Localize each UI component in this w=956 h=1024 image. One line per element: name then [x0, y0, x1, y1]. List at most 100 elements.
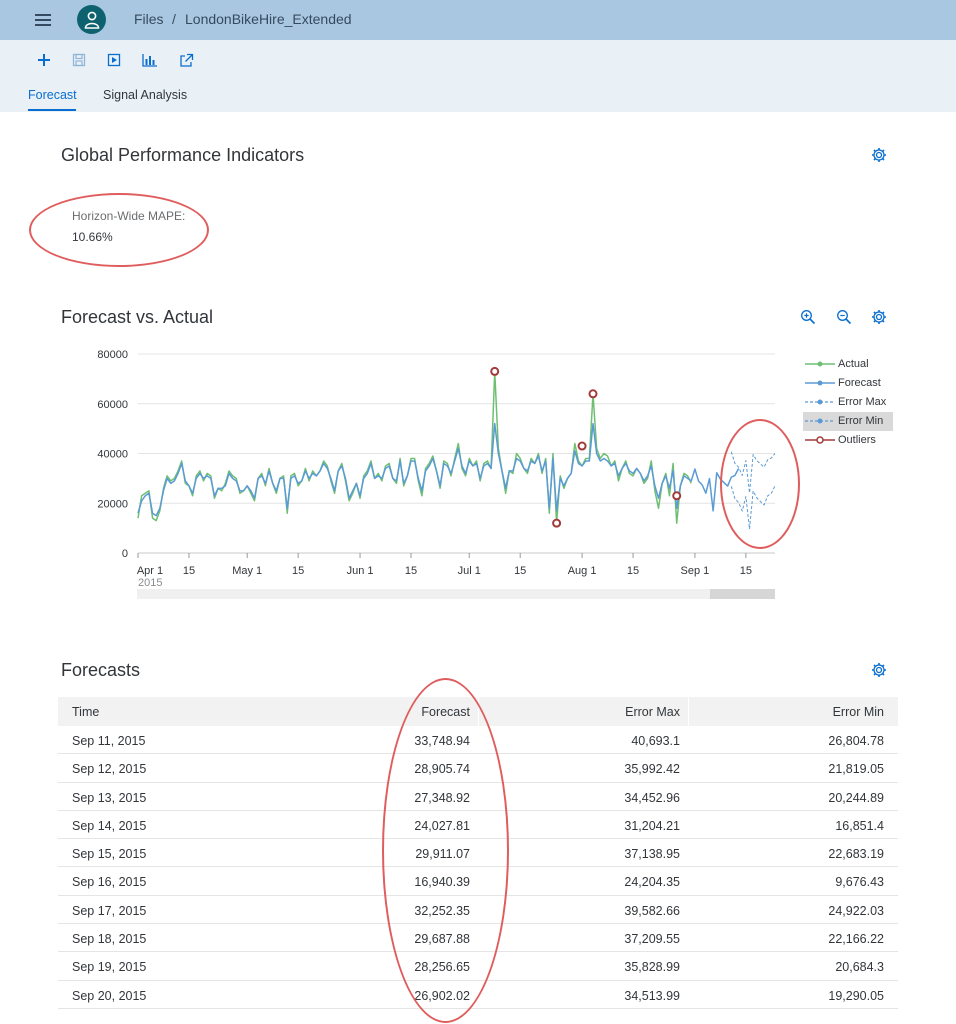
outlier-point — [490, 366, 500, 376]
cell-error-max: 39,582.66 — [624, 903, 680, 918]
legend-error-min[interactable]: Error Min — [803, 412, 893, 431]
cell-error-max: 24,204.35 — [624, 875, 680, 890]
table-row[interactable]: Sep 15, 2015 29,911.07 37,138.95 22,683.19 — [58, 839, 898, 868]
legend-forecast[interactable]: Forecast — [803, 374, 893, 393]
run-icon[interactable] — [104, 50, 124, 70]
breadcrumb-current-file: LondonBikeHire_Extended — [185, 11, 352, 27]
toolbar: Forecast Signal Analysis — [0, 40, 956, 112]
cell-error-min: 24,922.03 — [828, 903, 884, 918]
x-tick-label: 15 — [405, 565, 417, 577]
avatar[interactable] — [77, 5, 106, 34]
legend-actual[interactable]: Actual — [803, 355, 893, 374]
outlier-point — [552, 518, 562, 528]
cell-error-max: 35,828.99 — [624, 960, 680, 975]
table-row[interactable]: Sep 17, 2015 32,252.35 39,582.66 24,922.03 — [58, 896, 898, 925]
cell-time: Sep 18, 2015 — [72, 932, 147, 947]
cell-error-min: 22,683.19 — [828, 847, 884, 862]
cell-error-max: 37,138.95 — [624, 847, 680, 862]
forecast-vs-actual-chart[interactable]: 0 20000 40000 60000 80000 Apr 1 15 May 1 15 Jun 1… — [90, 340, 790, 600]
chart-range-scroll-thumb[interactable] — [710, 589, 775, 599]
table-row[interactable]: Sep 18, 2015 29,687.88 37,209.55 22,166.22 — [58, 924, 898, 953]
cell-forecast: 33,748.94 — [414, 734, 470, 748]
mape-label: Horizon-Wide MAPE: — [72, 209, 186, 223]
column-header-error-max[interactable]: Error Max — [625, 705, 680, 719]
hamburger-menu-icon[interactable] — [32, 9, 54, 31]
legend-error-max[interactable]: Error Max — [803, 393, 893, 412]
cell-error-min: 26,804.78 — [828, 734, 884, 748]
user-icon — [84, 11, 99, 29]
cell-error-max: 34,513.99 — [624, 988, 680, 1003]
breadcrumb-files[interactable]: Files — [134, 11, 164, 27]
chart-legend: Actual Forecast Error Max Error Min Outl… — [803, 355, 893, 450]
plus-icon[interactable] — [34, 50, 54, 70]
chart-section-title: Forecast vs. Actual — [61, 307, 214, 327]
y-tick-label: 40000 — [97, 449, 128, 461]
table-header: Time Forecast Error Max Error Min — [58, 697, 898, 726]
table-settings-gear-icon[interactable] — [871, 662, 887, 678]
table-row[interactable]: Sep 19, 2015 28,256.65 35,828.99 20,684.3 — [58, 952, 898, 981]
column-divider — [688, 697, 689, 726]
x-tick-label: 15 — [627, 565, 639, 577]
chart-range-scrollbar[interactable] — [137, 589, 775, 599]
cell-forecast: 26,902.02 — [414, 988, 470, 1003]
breadcrumb-separator: / — [172, 11, 176, 27]
export-icon[interactable] — [176, 50, 196, 70]
zoom-out-icon[interactable] — [836, 309, 852, 325]
cell-forecast: 28,256.65 — [414, 960, 470, 975]
x-tick-label: Jul 1 — [458, 565, 481, 577]
column-header-error-min[interactable]: Error Min — [833, 705, 884, 719]
column-divider — [478, 697, 479, 726]
y-tick-label: 80000 — [97, 349, 128, 361]
cell-time: Sep 20, 2015 — [72, 988, 147, 1003]
cell-time: Sep 13, 2015 — [72, 790, 147, 805]
cell-forecast: 32,252.35 — [414, 903, 470, 918]
cell-error-max: 31,204.21 — [624, 818, 680, 833]
series-line-error-min — [730, 485, 776, 530]
save-icon[interactable] — [69, 50, 89, 70]
cell-error-min: 19,290.05 — [828, 988, 884, 1003]
table-row[interactable]: Sep 20, 2015 26,902.02 34,513.99 19,290.05 — [58, 981, 898, 1009]
kpi-settings-gear-icon[interactable] — [871, 147, 887, 163]
x-tick-label: Aug 1 — [568, 565, 597, 577]
cell-error-min: 21,819.05 — [828, 762, 884, 777]
forecasts-section-title: Forecasts — [61, 660, 141, 680]
highlight-ellipse-mape — [29, 193, 209, 267]
table-row[interactable]: Sep 14, 2015 24,027.81 31,204.21 16,851.4 — [58, 811, 898, 840]
outlier-point — [588, 389, 598, 399]
table-body: Sep 11, 2015 33,748.94 40,693.1 26,804.78 Se… — [58, 726, 898, 1009]
series-line-error-max — [730, 451, 776, 494]
tab-forecast[interactable]: Forecast — [28, 88, 77, 102]
outlier-point — [672, 491, 682, 501]
mape-value: 10.66% — [72, 230, 113, 244]
legend-outliers[interactable]: Outliers — [803, 431, 893, 450]
cell-forecast: 27,348.92 — [414, 790, 470, 805]
table-row[interactable]: Sep 11, 2015 33,748.94 40,693.1 26,804.78 — [58, 726, 898, 755]
table-row[interactable]: Sep 13, 2015 27,348.92 34,452.96 20,244.89 — [58, 783, 898, 811]
zoom-in-icon[interactable] — [800, 309, 816, 325]
outlier-point — [577, 441, 587, 451]
y-tick-label: 60000 — [97, 399, 128, 411]
chart-icon[interactable] — [140, 50, 160, 70]
x-tick-label: 15 — [292, 565, 304, 577]
cell-time: Sep 17, 2015 — [72, 903, 147, 918]
cell-error-max: 37,209.55 — [624, 932, 680, 947]
cell-forecast: 16,940.39 — [414, 875, 470, 890]
shell-bar: Files / LondonBikeHire_Extended — [0, 0, 956, 40]
x-tick-label: Jun 1 — [347, 565, 374, 577]
table-row[interactable]: Sep 12, 2015 28,905.74 35,992.42 21,819.05 — [58, 754, 898, 783]
cell-error-max: 40,693.1 — [631, 734, 680, 748]
x-tick-label: 15 — [183, 565, 195, 577]
x-year-label: 2015 — [138, 577, 162, 589]
cell-time: Sep 15, 2015 — [72, 847, 147, 862]
active-tab-indicator — [28, 109, 76, 111]
tab-signal-analysis[interactable]: Signal Analysis — [103, 88, 187, 102]
column-header-time[interactable]: Time — [72, 705, 99, 719]
forecasts-table: Time Forecast Error Max Error Min Sep 11… — [58, 697, 898, 1009]
column-header-forecast[interactable]: Forecast — [421, 705, 470, 719]
chart-settings-gear-icon[interactable] — [871, 309, 887, 325]
series-line-actual — [137, 370, 692, 524]
x-tick-label: Sep 1 — [681, 565, 710, 577]
table-row[interactable]: Sep 16, 2015 16,940.39 24,204.35 9,676.43 — [58, 867, 898, 896]
cell-error-max: 34,452.96 — [624, 790, 680, 805]
kpi-section-title: Global Performance Indicators — [61, 145, 305, 165]
